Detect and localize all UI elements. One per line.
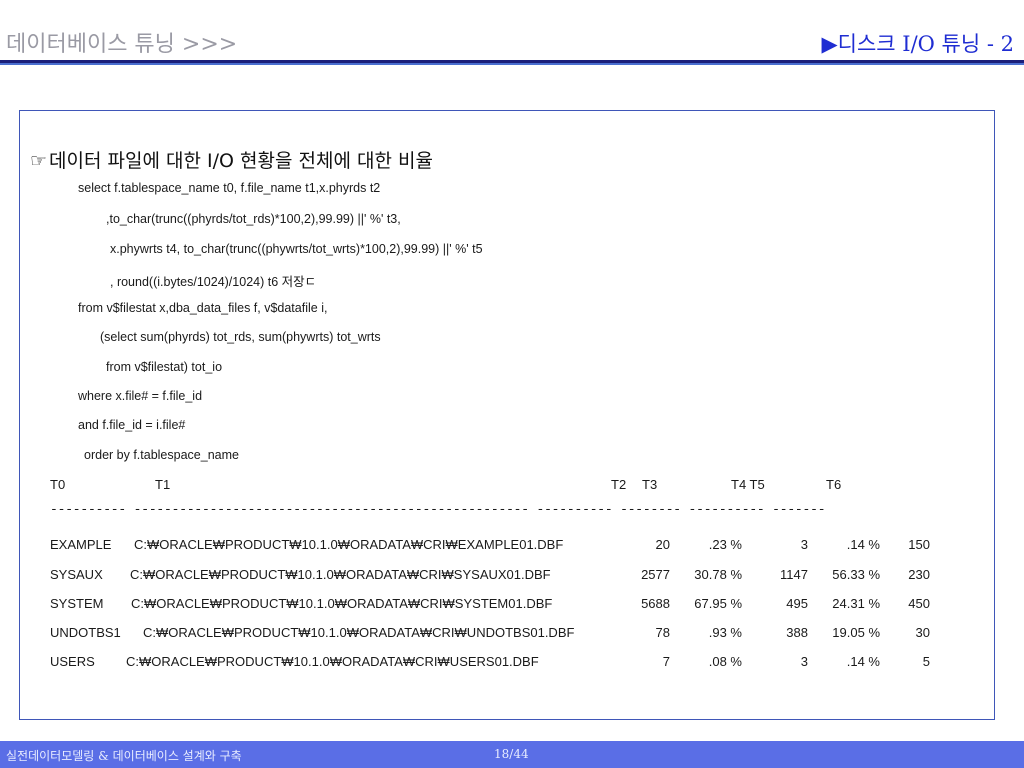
- cell-t0: SYSAUX: [50, 567, 103, 582]
- cell-t3: .93 %: [708, 625, 742, 640]
- column-header-t4-t5: T4 T5: [731, 477, 765, 492]
- cell-t0: EXAMPLE: [50, 537, 112, 552]
- cell-t2: 5688: [641, 596, 670, 611]
- cell-t6: 5: [922, 654, 930, 669]
- sql-line: where x.file# = f.file_id: [78, 389, 203, 403]
- cell-t4: 1147: [780, 567, 808, 582]
- cell-t2: 78: [655, 625, 670, 640]
- cell-t1: C:₩ORACLE₩PRODUCT₩10.1.0₩ORADATA₩CRI₩EXA…: [134, 537, 564, 552]
- page-number: 18/44: [494, 747, 529, 761]
- cell-t3: 67.95 %: [694, 596, 742, 611]
- slide-subtitle: ▶디스크 I/O 튜닝 - 2: [821, 32, 1015, 56]
- header-divider-accent: [0, 63, 1024, 65]
- cell-t6: 230: [908, 567, 930, 582]
- cell-t0: UNDOTBS1: [50, 625, 121, 640]
- cell-t3: .23 %: [708, 537, 742, 552]
- section-heading: ☞ 데이터 파일에 대한 I/O 현황을 전체에 대한 비율: [30, 146, 433, 173]
- cell-t0: USERS: [50, 654, 95, 669]
- cell-t1: C:₩ORACLE₩PRODUCT₩10.1.0₩ORADATA₩CRI₩UND…: [143, 625, 575, 640]
- pointing-hand-icon: ☞: [30, 150, 48, 172]
- cell-t2: 7: [662, 654, 670, 669]
- cell-t1: C:₩ORACLE₩PRODUCT₩10.1.0₩ORADATA₩CRI₩USE…: [126, 654, 539, 669]
- sql-line: and f.file_id = i.file#: [78, 418, 186, 432]
- cell-t6: 150: [908, 537, 930, 552]
- cell-t4: 495: [786, 596, 808, 611]
- column-header-t0: T0: [50, 477, 66, 492]
- sql-line: ,to_char(trunc((phyrds/tot_rds)*100,2),9…: [106, 212, 401, 226]
- slide-title: 데이터베이스 튜닝 >>>: [6, 32, 238, 57]
- column-header-t2: T2: [611, 477, 627, 492]
- cell-t2: 20: [655, 537, 670, 552]
- sql-line: (select sum(phyrds) tot_rds, sum(phywrts…: [100, 330, 381, 344]
- header-separator: ---------- -----------------------------…: [50, 502, 826, 517]
- cell-t6: 30: [915, 625, 930, 640]
- sql-line: x.phywrts t4, to_char(trunc((phywrts/tot…: [110, 242, 483, 256]
- sql-line: from v$filestat) tot_io: [106, 360, 223, 374]
- column-header-t1: T1: [155, 477, 171, 492]
- column-header-t3: T3: [642, 477, 658, 492]
- cell-t1: C:₩ORACLE₩PRODUCT₩10.1.0₩ORADATA₩CRI₩SYS…: [130, 567, 551, 582]
- cell-t1: C:₩ORACLE₩PRODUCT₩10.1.0₩ORADATA₩CRI₩SYS…: [131, 596, 553, 611]
- cell-t4: 3: [800, 537, 808, 552]
- cell-t5: 24.31 %: [832, 596, 880, 611]
- sql-line: , round((i.bytes/1024)/1024) t6 저장ㄷ: [110, 275, 317, 289]
- sql-line: select f.tablespace_name t0, f.file_name…: [78, 181, 381, 195]
- cell-t3: .08 %: [708, 654, 742, 669]
- cell-t5: .14 %: [846, 654, 880, 669]
- column-header-t6: T6: [826, 477, 842, 492]
- cell-t5: 56.33 %: [832, 567, 880, 582]
- cell-t3: 30.78 %: [694, 567, 742, 582]
- cell-t0: SYSTEM: [50, 596, 104, 611]
- cell-t4: 388: [786, 625, 808, 640]
- sql-line: order by f.tablespace_name: [84, 448, 239, 462]
- cell-t2: 2577: [641, 567, 670, 582]
- cell-t5: .14 %: [846, 537, 880, 552]
- footer-course-title: 실전데이터모델링 & 데이터베이스 설계와 구축: [6, 749, 242, 763]
- cell-t6: 450: [908, 596, 930, 611]
- sql-line: from v$filestat x,dba_data_files f, v$da…: [78, 301, 328, 315]
- cell-t5: 19.05 %: [832, 625, 880, 640]
- cell-t4: 3: [800, 654, 808, 669]
- section-heading-text: 데이터 파일에 대한 I/O 현황을 전체에 대한 비율: [49, 150, 433, 172]
